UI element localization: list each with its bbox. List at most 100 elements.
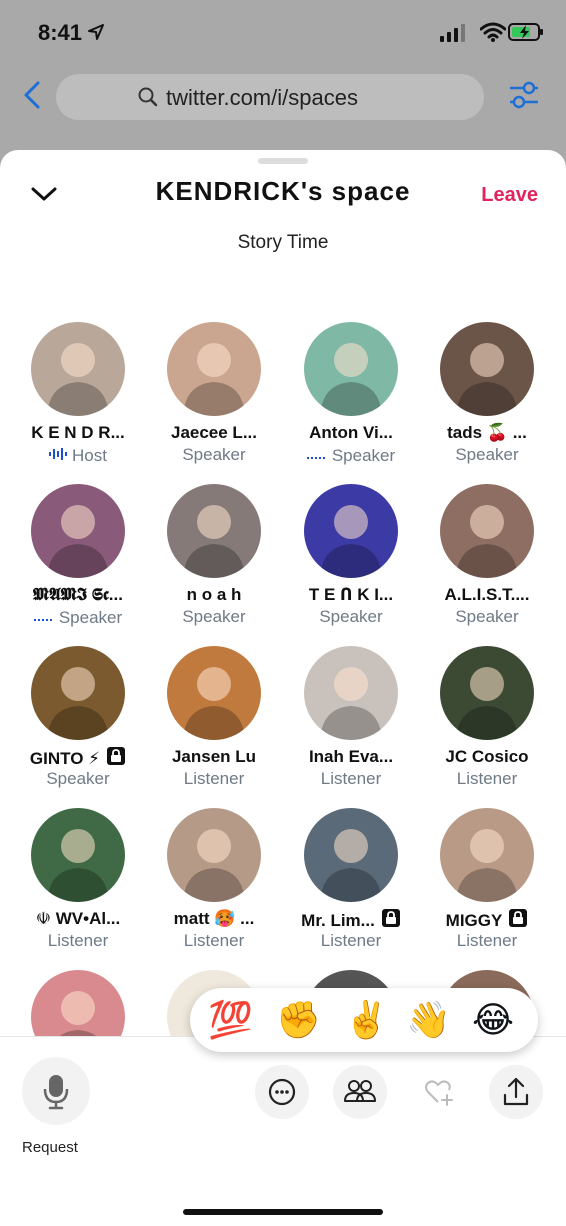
- participant-name: Jansen Lu: [171, 747, 257, 766]
- participant-name: Inah Eva...: [308, 747, 394, 766]
- wifi-icon: [480, 22, 506, 42]
- participant-name: K E N D R...: [31, 423, 125, 442]
- reaction-emoji[interactable]: 💯: [208, 998, 253, 1042]
- space-subtitle: Story Time: [237, 232, 329, 253]
- participant-role: Speaker: [319, 607, 383, 626]
- request-label: Request: [22, 1139, 78, 1156]
- participant-role: Host: [10, 444, 146, 466]
- participant-role: Speaker: [283, 444, 419, 466]
- participant-name: MIGGY: [419, 908, 555, 930]
- lock-icon: [508, 908, 528, 930]
- participant-name: JC Cosico: [445, 747, 529, 766]
- microphone-icon: [43, 1075, 69, 1110]
- sheet-grabber[interactable]: [258, 158, 308, 164]
- home-indicator: [183, 1209, 383, 1215]
- url-text: twitter.com/i/spaces: [166, 85, 358, 110]
- reaction-emoji[interactable]: ✌️: [344, 998, 389, 1042]
- participant-role: Speaker: [46, 769, 110, 788]
- participant-card[interactable]: tads 🍒 ... Speaker: [419, 322, 555, 466]
- avatar[interactable]: [440, 322, 534, 416]
- avatar[interactable]: [31, 322, 125, 416]
- participant-name: T E Ո K I...: [308, 585, 394, 604]
- participant-card[interactable]: Jaecee L... Speaker: [146, 322, 282, 466]
- participant-card[interactable]: Anton Vi... Speaker: [283, 322, 419, 466]
- avatar[interactable]: [31, 808, 125, 902]
- lock-icon: [381, 908, 401, 930]
- participant-card[interactable]: Jansen Lu Listener: [146, 646, 282, 790]
- address-bar[interactable]: twitter.com/i/spaces: [56, 74, 484, 120]
- participant-role: Listener: [320, 931, 382, 950]
- avatar[interactable]: [167, 322, 261, 416]
- participant-card[interactable]: matt 🥵 ... Listener: [146, 808, 282, 952]
- bottom-controls: Request: [0, 1036, 566, 1226]
- react-button[interactable]: [411, 1065, 465, 1119]
- participant-role: Listener: [320, 769, 382, 788]
- participant-name: Jaecee L...: [170, 423, 257, 442]
- participant-role: Listener: [456, 769, 518, 788]
- participant-card[interactable]: ☫ WV•Al... Listener: [10, 808, 146, 952]
- participant-name: A.L.I.S.T....: [444, 585, 530, 604]
- avatar[interactable]: [440, 646, 534, 740]
- browser-toolbar: twitter.com/i/spaces: [0, 72, 566, 122]
- avatar[interactable]: [167, 484, 261, 578]
- avatar[interactable]: [31, 484, 125, 578]
- search-icon: [138, 87, 158, 107]
- avatar[interactable]: [304, 484, 398, 578]
- share-button[interactable]: [489, 1065, 543, 1119]
- heart-plus-icon: [425, 1080, 453, 1106]
- people-button[interactable]: [333, 1065, 387, 1119]
- participant-card[interactable]: Inah Eva... Listener: [283, 646, 419, 790]
- reaction-emoji[interactable]: 😂: [472, 998, 514, 1042]
- participant-role: Listener: [183, 769, 245, 788]
- avatar[interactable]: [304, 808, 398, 902]
- participant-card[interactable]: T E Ո K I... Speaker: [283, 484, 419, 628]
- participant-card[interactable]: n o a h Speaker: [146, 484, 282, 628]
- more-icon: [268, 1078, 296, 1106]
- lock-icon: [106, 746, 126, 768]
- avatar[interactable]: [440, 484, 534, 578]
- reaction-emoji[interactable]: ✊: [276, 998, 321, 1042]
- participant-card[interactable]: 𝕸𝕬𝕸𝕴 𝕾𝖈... Speaker: [10, 484, 146, 628]
- location-arrow-icon: [88, 24, 104, 40]
- battery-charging-icon: [508, 23, 543, 41]
- participant-name: Anton Vi...: [309, 423, 393, 442]
- participant-card[interactable]: K E N D R... Host: [10, 322, 146, 466]
- avatar[interactable]: [304, 322, 398, 416]
- clock: 8:41: [38, 20, 83, 45]
- avatar[interactable]: [167, 808, 261, 902]
- participant-card[interactable]: GINTO ⚡ Speaker: [10, 646, 146, 790]
- status-bar: 8:41: [0, 0, 566, 66]
- speaking-indicator-icon: [49, 444, 68, 466]
- participant-role: Listener: [183, 931, 245, 950]
- participant-name: Mr. Lim...: [283, 908, 419, 930]
- speaking-indicator-icon: [306, 444, 327, 466]
- participant-card[interactable]: JC Cosico Listener: [419, 646, 555, 790]
- participant-card[interactable]: MIGGY Listener: [419, 808, 555, 952]
- request-mic-button[interactable]: [22, 1057, 90, 1125]
- participant-name: matt 🥵 ...: [173, 909, 255, 928]
- participant-role: Listener: [456, 931, 518, 950]
- participant-name: tads 🍒 ...: [447, 423, 527, 442]
- space-sheet: KENDRICK's space Leave Story Time K E N …: [0, 150, 566, 1226]
- speaking-indicator-icon: [33, 606, 54, 628]
- avatar[interactable]: [167, 646, 261, 740]
- participant-name: GINTO ⚡: [10, 746, 146, 768]
- avatar[interactable]: [304, 646, 398, 740]
- participant-name: ☫ WV•Al...: [35, 909, 121, 928]
- participant-role: Speaker: [455, 445, 519, 464]
- back-icon[interactable]: [20, 80, 44, 110]
- avatar[interactable]: [440, 808, 534, 902]
- participant-card[interactable]: Mr. Lim... Listener: [283, 808, 419, 952]
- participant-name: n o a h: [186, 585, 242, 604]
- more-button[interactable]: [255, 1065, 309, 1119]
- avatar[interactable]: [31, 646, 125, 740]
- filters-icon[interactable]: [508, 80, 540, 110]
- participant-role: Speaker: [182, 607, 246, 626]
- people-icon: [344, 1080, 376, 1102]
- reaction-picker: 💯 ✊ ✌️ 👋 😂: [190, 988, 538, 1052]
- participant-name: 𝕸𝕬𝕸𝕴 𝕾𝖈...: [33, 585, 123, 604]
- participant-card[interactable]: A.L.I.S.T.... Speaker: [419, 484, 555, 628]
- reaction-emoji[interactable]: 👋: [406, 998, 451, 1042]
- share-icon: [503, 1077, 529, 1106]
- leave-button[interactable]: Leave: [481, 184, 538, 207]
